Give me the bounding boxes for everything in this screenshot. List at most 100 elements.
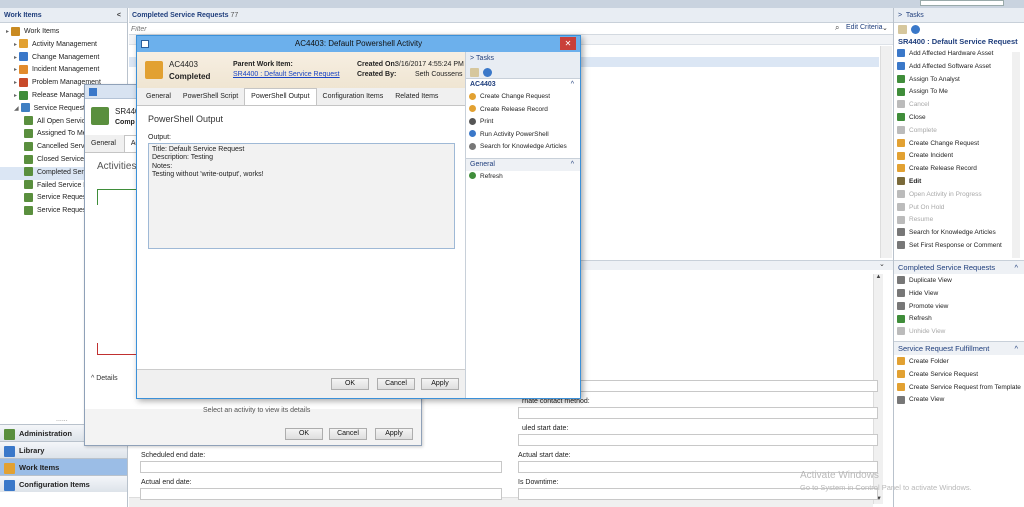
chevron-up-icon[interactable]: ^ (571, 159, 574, 171)
task-item-label: Set First Response or Comment (909, 241, 1002, 249)
task-item[interactable]: Run Activity PowerShell (469, 129, 580, 142)
top-search-box[interactable] (920, 0, 1004, 6)
task-item[interactable]: Create Folder (897, 356, 1021, 369)
details-toggle[interactable]: ^ Details (91, 375, 118, 382)
wunderbar-item[interactable]: Configuration Items (0, 475, 127, 492)
task-item[interactable]: Close (897, 112, 1024, 125)
tree-item[interactable]: ▸ Change Management (0, 52, 127, 65)
task-item[interactable]: Refresh (469, 171, 580, 184)
task-item[interactable]: Create View (897, 394, 1021, 407)
task-item[interactable]: Duplicate View (897, 275, 952, 288)
task-item[interactable]: Promote view (897, 301, 952, 314)
scheduled-end-field[interactable] (140, 461, 502, 473)
expand-arrow-icon[interactable]: ▸ (6, 29, 9, 35)
task-item[interactable]: Create Release Record (897, 163, 1024, 176)
dialog-tab[interactable]: Configuration Items (317, 89, 390, 105)
tree-item[interactable]: ▸ Incident Management (0, 64, 127, 77)
dialog-tab[interactable]: PowerShell Script (177, 89, 244, 105)
output-label: Output: (148, 134, 171, 141)
expand-icon[interactable]: > (470, 55, 474, 62)
chevron-up-icon[interactable]: ^ (1014, 261, 1018, 274)
activity-id: AC4403 (169, 60, 198, 69)
sr-ok-button[interactable]: OK (285, 428, 323, 440)
preview-collapse-icon[interactable]: ⌄ (879, 260, 885, 268)
expand-arrow-icon[interactable]: ◢ (14, 106, 19, 112)
scroll-up-arrow[interactable]: ▲ (874, 274, 883, 280)
task-item[interactable]: Hide View (897, 288, 952, 301)
filter-input[interactable] (131, 24, 821, 34)
task-item-label: Create Incident (909, 152, 954, 160)
grid-scrollbar[interactable] (880, 46, 892, 258)
parent-work-item-link[interactable]: SR4400 : Default Service Request (233, 71, 340, 78)
search-icon[interactable]: ⌕ (835, 23, 839, 33)
book-icon (469, 142, 476, 150)
alternate-contact-field[interactable] (518, 407, 878, 419)
task-item[interactable]: Assign To Me (897, 86, 1024, 99)
dialog-tab[interactable]: General (140, 89, 177, 105)
task-item[interactable]: Search for Knowledge Articles (469, 141, 580, 154)
task-item[interactable]: Add Affected Hardware Asset (897, 48, 1024, 61)
expand-arrow-icon[interactable]: ▸ (14, 55, 17, 61)
sr-apply-button[interactable]: Apply (375, 428, 413, 440)
output-textbox[interactable]: Title: Default Service Request Descriptio… (148, 143, 455, 249)
help-icon[interactable] (483, 68, 492, 77)
expand-arrow-icon[interactable]: ▸ (14, 42, 17, 48)
task-item[interactable]: Create Service Request (897, 369, 1021, 382)
task-item[interactable]: Refresh (897, 313, 952, 326)
task-item-label: Complete (909, 126, 937, 134)
task-item[interactable]: Edit (897, 176, 1024, 189)
task-item[interactable]: Create Release Record (469, 104, 580, 117)
task-item[interactable]: Create Change Request (469, 91, 580, 104)
collapse-left-pane-button[interactable]: < (117, 8, 121, 23)
cancel-button[interactable]: Cancel (377, 378, 415, 390)
right-group2-list: Duplicate View Hide View Promote view Refre… (897, 275, 952, 339)
right-group1-header: SR4400 : Default Service Request (898, 37, 1018, 46)
task-item[interactable]: Assign To Analyst (897, 74, 1024, 87)
help-icon[interactable] (911, 25, 920, 34)
ok-button[interactable]: OK (331, 378, 369, 390)
output-line: Title: Default Service Request (152, 146, 245, 153)
wunderbar-item-label: Work Items (19, 463, 60, 472)
dialog-tab[interactable]: PowerShell Output (244, 88, 317, 105)
expand-arrow-icon[interactable]: ▸ (14, 80, 17, 86)
details-toggle-label: Details (96, 375, 118, 382)
apply-button[interactable]: Apply (421, 378, 459, 390)
is-downtime-label: Is Downtime: (518, 479, 559, 486)
sr-tab-general[interactable]: General (85, 136, 122, 152)
close-button[interactable]: ✕ (560, 37, 576, 50)
edit-criteria-button[interactable]: Edit Criteria (846, 24, 883, 31)
task-item[interactable]: Set First Response or Comment (897, 240, 1024, 253)
task-item[interactable]: Create Incident (897, 150, 1024, 163)
task-item-label: Edit (909, 177, 922, 185)
task-icon (897, 126, 905, 135)
right-pane: > Tasks SR4400 : Default Service Request… (893, 8, 1024, 507)
tree-item-label: Incident Management (32, 66, 100, 74)
actual-end-field[interactable] (140, 488, 502, 500)
right-pane-scrollbar[interactable] (1012, 52, 1020, 258)
expand-arrow-icon[interactable]: ▸ (14, 93, 17, 99)
activity-dialog: AC4403: Default Powershell Activity ✕ AC… (136, 35, 581, 399)
task-item: Unhide View (897, 326, 952, 339)
task-icon (897, 49, 905, 58)
dialog-tasks-group2-title: General (470, 160, 495, 168)
folder-icon (24, 180, 33, 190)
task-item[interactable]: Search for Knowledge Articles (897, 227, 1024, 240)
chevron-down-icon[interactable]: ⌄ (882, 24, 888, 32)
folder-icon (11, 26, 21, 36)
expand-arrow-icon[interactable]: ▸ (14, 67, 17, 73)
task-item[interactable]: Create Service Request from Template (897, 382, 1021, 395)
wunderbar-item[interactable]: Work Items (0, 458, 127, 475)
dialog-tab[interactable]: Related Items (389, 89, 444, 105)
tasks-grid-icon[interactable] (470, 68, 479, 77)
task-item[interactable]: Print (469, 116, 580, 129)
tree-item[interactable]: ▸ Work Items (0, 26, 127, 39)
chevron-up-icon[interactable]: ^ (1014, 342, 1018, 355)
chevron-up-icon[interactable]: ^ (571, 79, 574, 91)
task-item[interactable]: Create Change Request (897, 138, 1024, 151)
scheduled-start-field[interactable] (518, 434, 878, 446)
expand-icon[interactable]: > (898, 12, 902, 19)
sr-cancel-button[interactable]: Cancel (329, 428, 367, 440)
task-item[interactable]: Add Affected Software Asset (897, 61, 1024, 74)
tree-item[interactable]: ▸ Activity Management (0, 39, 127, 52)
tasks-grid-icon[interactable] (898, 25, 907, 34)
